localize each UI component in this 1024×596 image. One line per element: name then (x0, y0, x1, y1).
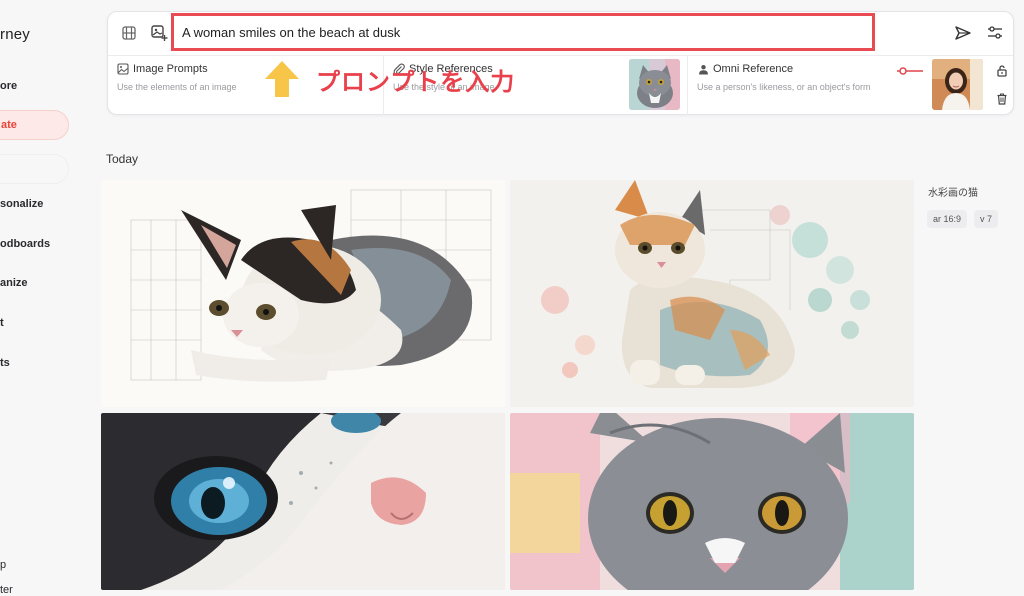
sidebar-item-empty[interactable] (0, 154, 69, 184)
sliders-icon (988, 26, 1002, 39)
film-frame-icon (122, 26, 136, 40)
omni-reference-title: Omni Reference (713, 63, 794, 75)
image-prompts-section[interactable]: Image Prompts (117, 63, 208, 75)
sidebar: rney ore ate sonalize odboards anize t t… (0, 0, 86, 596)
image-tile[interactable] (510, 413, 914, 590)
param-chip-version[interactable]: v 7 (974, 210, 999, 228)
trash-icon (997, 93, 1007, 105)
unlock-icon (997, 65, 1007, 77)
sidebar-item-organize[interactable]: anize (0, 277, 28, 289)
person-icon (699, 64, 708, 74)
sidebar-item-explore[interactable]: ore (0, 80, 17, 92)
prompt-panel: Image Prompts Use the elements of an ima… (107, 11, 1014, 115)
lock-button[interactable] (995, 64, 1009, 78)
frames-button[interactable] (116, 20, 142, 46)
settings-button[interactable] (982, 20, 1008, 46)
prompt-group-title[interactable]: 水彩画の猫 (928, 184, 978, 199)
sidebar-item-chats[interactable]: ts (0, 357, 10, 369)
sidebar-item-create[interactable]: ate (0, 110, 69, 140)
param-chip-aspect[interactable]: ar 16:9 (927, 210, 968, 228)
omni-reference-thumbnail[interactable] (932, 59, 983, 110)
sidebar-item-edit[interactable]: t (0, 317, 4, 329)
delete-button[interactable] (995, 92, 1009, 106)
brand-name: rney (0, 26, 30, 43)
prompt-highlight-box (171, 13, 875, 51)
image-prompts-title: Image Prompts (133, 63, 208, 75)
sidebar-item-help[interactable]: p (0, 559, 6, 571)
sidebar-item-moodboards[interactable]: odboards (0, 238, 50, 250)
section-divider (687, 56, 688, 115)
omni-reference-subtitle: Use a person's likeness, or an object's … (697, 82, 871, 92)
panel-divider (108, 55, 1013, 56)
add-image-button[interactable] (146, 20, 172, 46)
add-image-icon (151, 25, 168, 41)
image-icon (117, 63, 129, 75)
send-icon (955, 26, 971, 40)
image-tile[interactable] (101, 180, 505, 407)
sidebar-item-updates[interactable]: ter (0, 584, 13, 596)
annotation-arrow-icon (265, 61, 299, 97)
image-tile[interactable] (510, 180, 914, 407)
omni-strength-slider[interactable] (897, 66, 923, 76)
sidebar-item-personalize[interactable]: sonalize (0, 198, 43, 210)
image-prompts-subtitle: Use the elements of an image (117, 82, 237, 92)
omni-reference-section[interactable]: Omni Reference (698, 63, 793, 75)
feed-heading: Today (106, 152, 139, 166)
image-tile[interactable] (101, 413, 505, 590)
prompt-input[interactable] (174, 16, 872, 48)
style-reference-thumbnail[interactable] (629, 59, 680, 110)
annotation-text: プロンプトを入力 (316, 69, 516, 96)
send-button[interactable] (950, 20, 976, 46)
